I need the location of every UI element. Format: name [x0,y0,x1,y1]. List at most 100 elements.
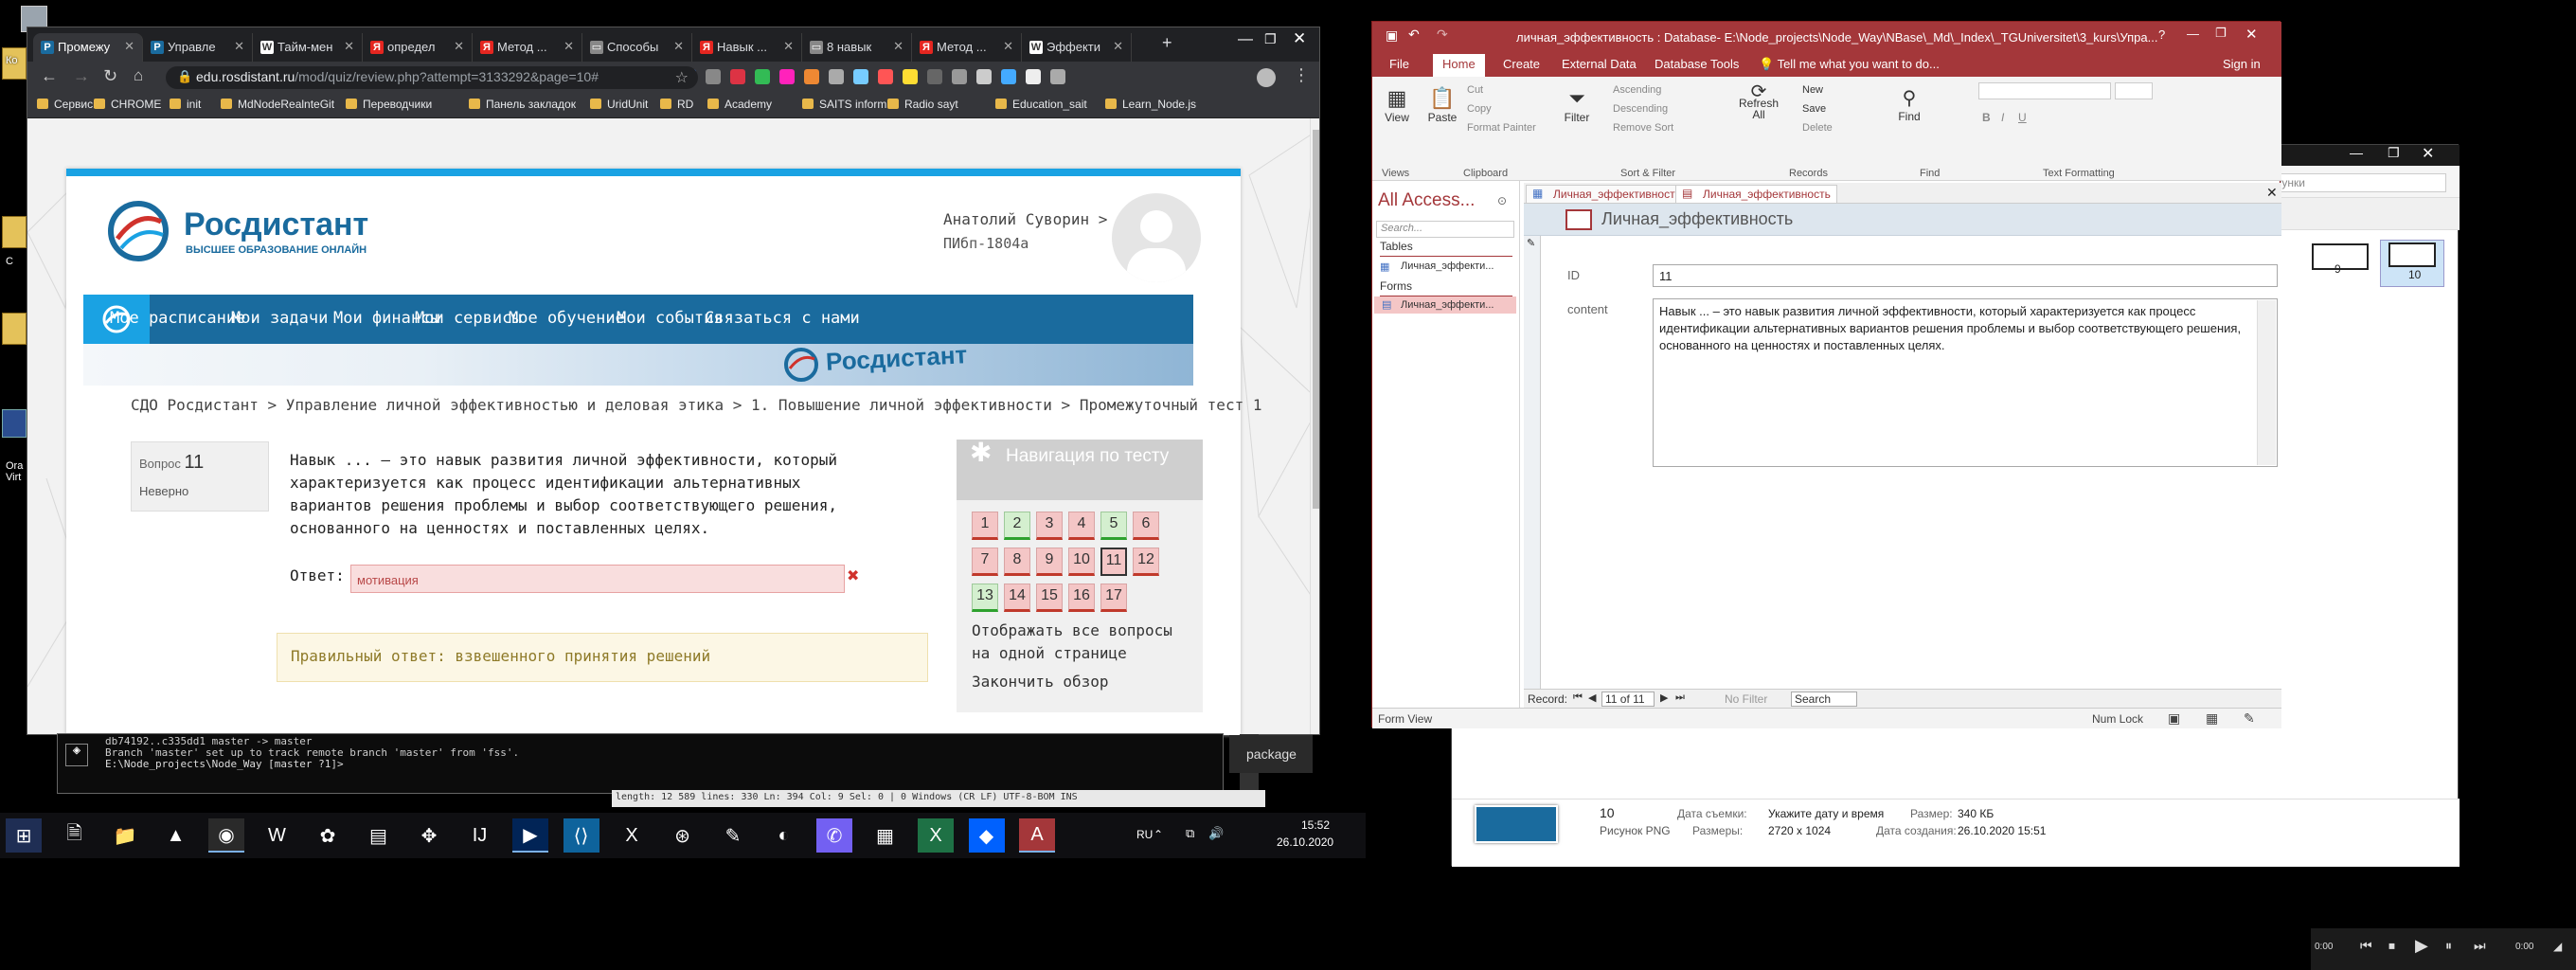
view-button[interactable]: ▦ View [1380,86,1414,124]
remove-sort-button[interactable]: Remove Sort [1613,122,1673,134]
no-filter-button[interactable]: No Filter [1725,692,1767,706]
browser-tab[interactable]: Я Навык ... ✕ [692,33,802,62]
app-fox-icon[interactable]: ◐ [766,818,802,853]
close-icon[interactable]: ✕ [2245,26,2258,43]
redo-icon[interactable]: ↷ [1437,27,1448,43]
question-nav-button[interactable]: 10 [1068,548,1095,576]
close-icon[interactable]: ✕ [1293,29,1306,48]
close-icon[interactable]: ✕ [2266,185,2278,201]
app-notes-icon[interactable]: ▤ [361,818,397,853]
question-nav-button[interactable]: 12 [1133,548,1159,576]
layers-icon[interactable]: ◈ [65,744,88,766]
question-nav-button[interactable]: 11 [1100,548,1127,576]
volume-icon[interactable]: 🔊 [1208,826,1224,841]
user-menu[interactable]: Анатолий Суворин > [943,210,1107,228]
doc-tab-table[interactable]: ▦ Личная_эффективность [1526,185,1688,204]
vscode-app-icon[interactable]: ⟨⟩ [563,818,599,853]
nav-item[interactable]: Связаться с нами [705,309,860,328]
extension-icon[interactable] [903,69,918,84]
profile-avatar[interactable] [1257,68,1276,87]
refresh-all-button[interactable]: ⟳ Refresh All [1738,82,1780,120]
files-app-icon[interactable]: 📁 [107,818,143,853]
prev-record-icon[interactable]: ◀ [1588,692,1596,704]
form-view-icon[interactable]: ▣ [2168,710,2180,727]
minimize-icon[interactable]: — [1238,31,1253,48]
doc-tab-form[interactable]: ▤ Личная_эффективность [1675,185,1837,204]
close-icon[interactable]: ✕ [564,39,574,54]
new-tab-icon[interactable]: + [1162,33,1172,53]
app-bear-icon[interactable]: ⊛ [665,818,701,853]
app-calc-icon[interactable]: ▦ [868,818,903,853]
undo-icon[interactable]: ↶ [1408,27,1420,43]
dropbox-app-icon[interactable]: ◆ [968,818,1005,853]
close-icon[interactable]: ✕ [783,39,794,54]
app-net-icon[interactable]: ✥ [411,818,447,853]
bookmark-item[interactable]: Панель закладок [469,98,576,111]
access-app-icon[interactable]: A [1019,818,1055,853]
cut-button[interactable]: Cut [1467,84,1483,96]
bookmark-item[interactable]: CHROME [94,98,161,111]
nav-search-input[interactable]: Search... [1376,221,1514,238]
tables-section-header[interactable]: Tables [1380,240,1512,257]
network-icon[interactable]: ⧉ [1186,826,1194,841]
extension-icon[interactable] [829,69,844,84]
show-all-link[interactable]: Отображать все вопросы на одной странице [972,620,1199,665]
tab-home[interactable]: Home [1433,54,1485,77]
question-nav-button[interactable]: 14 [1004,584,1030,612]
record-search-input[interactable]: Search [1791,692,1857,707]
bookmark-item[interactable]: Переводчики [346,98,432,111]
close-icon[interactable]: ✕ [454,39,464,54]
descending-button[interactable]: Descending [1613,103,1668,115]
question-nav-button[interactable]: 16 [1068,584,1095,612]
first-record-icon[interactable]: ⏮ [1573,692,1583,704]
record-selector[interactable]: ✎ [1524,236,1541,708]
save-icon[interactable]: ▣ [1386,27,1398,44]
question-nav-button[interactable]: 2 [1004,512,1030,540]
powershell-app-icon[interactable]: ▶ [512,818,548,853]
question-nav-button[interactable]: 5 [1100,512,1127,540]
tab-file[interactable]: File [1389,57,1409,71]
extension-icon[interactable] [853,69,868,84]
underline-icon[interactable]: U [2018,111,2027,124]
question-nav-button[interactable]: 4 [1068,512,1095,540]
close-icon[interactable]: ✕ [1003,39,1013,54]
bookmark-item[interactable]: Сервисы [37,98,101,111]
last-record-icon[interactable]: ⏭ [1675,692,1685,704]
extension-icon[interactable] [878,69,893,84]
form-item[interactable]: ▤ Личная_эффекти... [1374,296,1516,314]
nav-item[interactable]: Мои сервисы [415,309,522,328]
browser-tab[interactable]: Я Метод ... ✕ [473,33,582,62]
design-view-icon[interactable]: ✎ [2244,710,2255,727]
browser-tab[interactable]: W Эффекти ✕ [1022,33,1132,62]
bookmark-item[interactable]: Academy [707,98,772,111]
ascending-button[interactable]: Ascending [1613,84,1661,96]
question-nav-button[interactable]: 9 [1036,548,1063,576]
filter-button[interactable]: ⏷ Filter [1558,86,1596,124]
tab-external-data[interactable]: External Data [1562,57,1637,71]
content-scrollbar[interactable] [2257,300,2276,465]
bookmark-item[interactable]: RD [660,98,693,111]
format-painter-button[interactable]: Format Painter [1467,122,1536,134]
bold-icon[interactable]: B [1982,111,1991,124]
bookmark-item[interactable]: MdNodeRealnteGit [221,98,334,111]
question-nav-button[interactable]: 7 [972,548,998,576]
breadcrumb[interactable]: СДО Росдистант > Управление личной эффек… [131,396,1261,414]
extension-icon[interactable] [1050,69,1065,84]
maximize-icon[interactable]: ❐ [1264,31,1277,47]
avatar[interactable] [1112,193,1201,282]
nav-item[interactable]: Мои задачи [231,309,328,328]
extension-icon[interactable] [730,69,745,84]
desktop-folder-icon[interactable] [2,216,27,248]
browser-tab[interactable]: Я Метод ... ✕ [912,33,1022,62]
help-icon[interactable]: ? [2158,27,2165,42]
browser-tab[interactable]: ▭ 8 навык ✕ [802,33,912,62]
app-a-icon[interactable]: ▲ [158,818,194,853]
rosdistant-logo-icon[interactable] [108,201,170,263]
forms-section-header[interactable]: Forms [1380,279,1512,296]
clock-time[interactable]: 15:52 [1286,818,1330,832]
page-scrollbar[interactable] [1310,118,1319,734]
extension-icon[interactable] [779,69,795,84]
omnibox[interactable]: 🔒 edu.rosdistant.ru/mod/quiz/review.php?… [166,66,698,89]
app-p-icon[interactable]: ✎ [715,818,751,853]
next-track-icon[interactable]: ⏭ [2474,938,2486,954]
